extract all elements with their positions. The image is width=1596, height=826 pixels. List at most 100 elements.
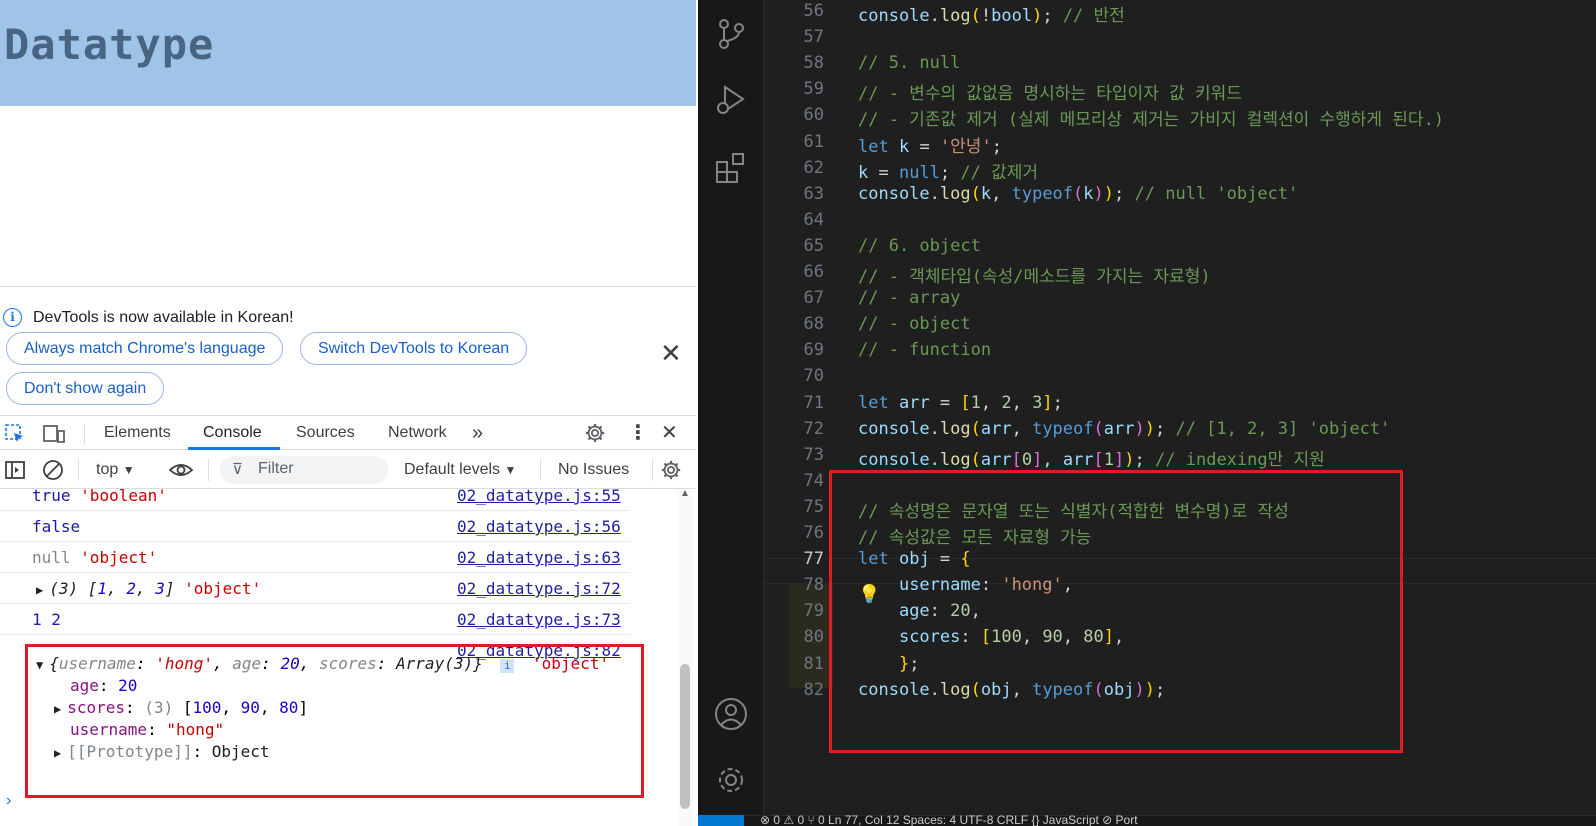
code-line[interactable]: // - 기존값 제거 (실제 메모리상 제거는 가비지 컬렉션이 수행하게 된… [858,105,1444,130]
infobar-message: DevTools is now available in Korean! [33,309,294,326]
code-line[interactable]: let arr = [1, 2, 3]; [858,393,1063,413]
code-line[interactable]: // - 객체타입(속성/메소드를 가지는 자료형) [858,262,1211,287]
source-link[interactable]: 02_datatype.js:55 [457,486,621,505]
inspect-element-icon[interactable] [4,423,26,445]
console-message: true 'boolean' [32,486,167,505]
context-value: top [96,461,119,478]
line-number: 56 [803,1,824,21]
separator [78,459,79,481]
scroll-up-icon[interactable]: ▲ [680,488,690,499]
tab-console[interactable]: Console [203,416,262,450]
chevron-down-icon: ▼ [122,463,135,477]
console-row: null 'object' 02_datatype.js:63 [0,542,630,573]
line-number: 82 [803,679,824,700]
separator [84,424,85,444]
scroll-thumb[interactable] [680,664,690,809]
console-message[interactable]: ▶ (3) [1, 2, 3] 'object' [36,579,261,598]
browser-pane: Datatype i DevTools is now available in … [0,0,696,826]
close-devtools-icon[interactable]: ✕ [661,416,678,450]
code-line[interactable]: // 5. null [858,53,960,73]
console-row[interactable]: ▶ (3) [1, 2, 3] 'object' 02_datatype.js:7… [0,573,630,604]
code-line[interactable]: console.log(arr[0], arr[1]); // indexing… [858,445,1325,470]
active-tab-indicator [188,447,280,450]
match-language-button[interactable]: Always match Chrome's language [6,332,284,365]
remote-indicator[interactable] [698,815,744,826]
line-number: 60 [803,105,824,126]
line-number: 72 [803,418,824,439]
console-message: false [32,517,81,536]
highlight-box [25,644,644,798]
devtools-tabbar: Elements Console Sources Network » ⋮ ✕ [0,415,696,450]
device-toolbar-icon[interactable] [42,423,66,445]
line-number: 76 [803,523,824,543]
line-number: 62 [803,157,824,178]
page-header: Datatype [0,0,696,106]
chevron-down-icon: ▼ [504,463,517,477]
more-options-icon[interactable]: ⋮ [628,416,648,450]
highlight-box [829,470,1403,753]
code-line[interactable]: // - array [858,288,960,308]
devtools-divider[interactable] [0,286,696,287]
line-number: 66 [803,262,824,282]
line-number: 79 [803,601,824,622]
code-line[interactable]: // 6. object [858,236,981,256]
separator [540,459,541,481]
console-prompt[interactable]: › [6,792,11,810]
close-icon[interactable]: ✕ [660,340,682,366]
line-number: 73 [803,444,824,465]
dont-show-again-button[interactable]: Don't show again [6,372,165,405]
line-number: 70 [803,366,824,387]
clear-console-icon[interactable] [42,459,64,481]
filter-icon: ⊽ [232,461,243,478]
code-line[interactable]: console.log(arr, typeof(arr)); // [1, 2,… [858,419,1390,439]
code-line[interactable]: // - object [858,314,971,334]
settings-gear-icon[interactable] [584,422,606,444]
line-number: 77 [803,549,824,570]
code-line[interactable]: console.log(!bool); // 반전 [858,1,1125,26]
manage-gear-icon[interactable] [713,762,749,798]
code-line[interactable]: k = null; // 값제거 [858,158,1038,183]
line-number: 67 [803,288,824,309]
code-line[interactable]: // - function [858,340,991,360]
source-control-icon[interactable] [713,16,749,52]
activity-bar [698,0,764,815]
line-number: 71 [803,392,824,413]
tab-sources[interactable]: Sources [296,416,355,450]
line-number: 58 [803,53,824,74]
log-levels-select[interactable]: Default levels ▼ [404,460,516,480]
more-tabs-icon[interactable]: » [472,416,483,450]
console-row: false 02_datatype.js:56 [0,511,630,542]
page-title: Datatype [4,20,215,69]
eye-icon[interactable] [168,460,194,480]
extensions-icon[interactable] [713,150,749,186]
line-number: 78 [803,575,824,596]
line-number: 81 [803,653,824,674]
source-link[interactable]: 02_datatype.js:63 [457,548,621,567]
run-debug-icon[interactable] [713,82,749,118]
line-number: 68 [803,314,824,335]
tab-network[interactable]: Network [388,416,447,450]
console-settings-icon[interactable] [660,459,682,481]
separator [208,459,209,481]
log-levels-value: Default levels [404,461,501,478]
status-text[interactable]: ⊗ 0 ⚠ 0 ⑂ 0 Ln 77, Col 12 Spaces: 4 UTF-… [760,815,1138,826]
expand-triangle-icon[interactable]: ▶ [36,583,43,597]
code-line[interactable]: // - 변수의 값없음 명시하는 타입이자 값 키워드 [858,79,1242,104]
context-select[interactable]: top ▼ [96,460,135,480]
code-line[interactable]: let k = '안녕'; [858,132,1002,157]
line-number: 65 [803,235,824,256]
accounts-icon[interactable] [713,696,749,732]
line-number: 59 [803,79,824,100]
source-link[interactable]: 02_datatype.js:73 [457,610,621,629]
sidebar-toggle-icon[interactable] [4,460,26,480]
separator [652,459,653,481]
source-link[interactable]: 02_datatype.js:56 [457,517,621,536]
code-line[interactable]: console.log(k, typeof(k)); // null 'obje… [858,184,1298,204]
line-number: 64 [803,209,824,230]
console-message: null 'object' [32,548,158,567]
line-number: 74 [803,470,824,491]
source-link[interactable]: 02_datatype.js:72 [457,579,621,598]
switch-korean-button[interactable]: Switch DevTools to Korean [300,332,528,365]
issues-button[interactable]: No Issues [558,460,629,480]
tab-elements[interactable]: Elements [104,416,171,450]
